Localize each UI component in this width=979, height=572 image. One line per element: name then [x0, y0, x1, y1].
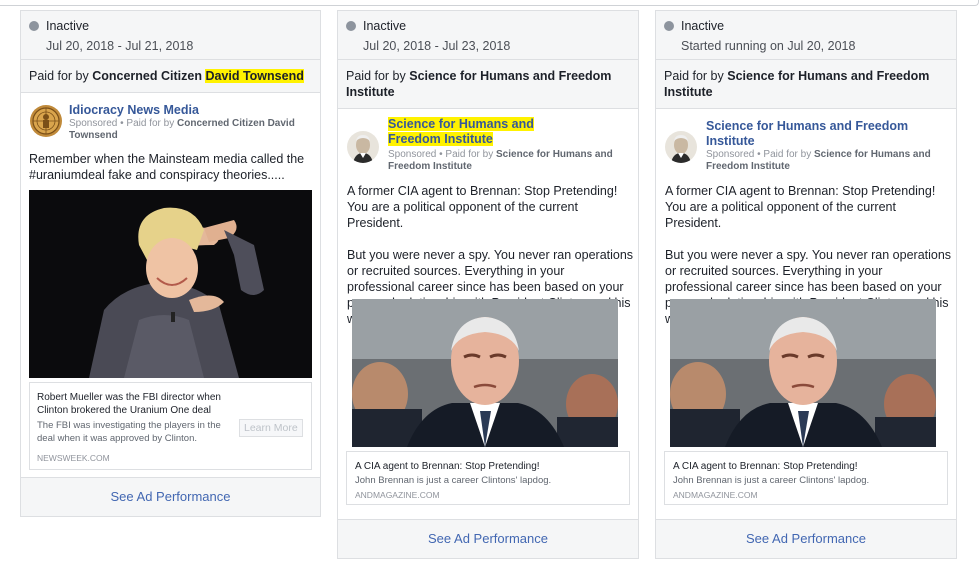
ad-card-1: Inactive Jul 20, 2018 - Jul 21, 2018 Pai…: [20, 10, 321, 517]
inactive-status-dot-icon: [664, 21, 674, 31]
link-headline[interactable]: A CIA agent to Brennan: Stop Pretending!: [673, 460, 858, 473]
page-avatar[interactable]: [665, 131, 697, 163]
page-name-link[interactable]: Idiocracy News Media: [69, 103, 199, 118]
paid-for-line: Paid for by Science for Humans and Freed…: [346, 69, 612, 99]
sponsored-line: Sponsored • Paid for by Science for Huma…: [388, 149, 613, 172]
status-block: Inactive Jul 20, 2018 - Jul 21, 2018: [29, 19, 312, 53]
link-description: John Brennan is just a career Clintons' …: [673, 475, 870, 486]
ad-preview: Science for Humans and Freedom Institute…: [338, 108, 638, 520]
run-dates: Jul 20, 2018 - Jul 21, 2018: [46, 39, 194, 53]
run-dates: Jul 20, 2018 - Jul 23, 2018: [363, 39, 511, 53]
status-label: Inactive: [681, 19, 725, 33]
page-name-link[interactable]: Science for Humans and Freedom Institute: [706, 119, 916, 149]
ad-card-3: Inactive Started running on Jul 20, 2018…: [655, 10, 957, 559]
see-ad-performance-link[interactable]: See Ad Performance: [656, 531, 956, 546]
ad-preview: Idiocracy News Media Sponsored • Paid fo…: [21, 92, 320, 478]
link-preview[interactable]: Robert Mueller was the FBI director when…: [29, 382, 312, 470]
run-dates: Started running on Jul 20, 2018: [681, 39, 856, 53]
sponsored-line: Sponsored • Paid for by Science for Huma…: [706, 149, 931, 172]
learn-more-button[interactable]: Learn More: [239, 419, 303, 437]
link-headline[interactable]: A CIA agent to Brennan: Stop Pretending!: [355, 460, 540, 473]
inactive-status-dot-icon: [346, 21, 356, 31]
link-domain: ANDMAGAZINE.COM: [355, 490, 440, 500]
ad-body-text: Remember when the Mainsteam media called…: [29, 152, 305, 182]
divider: [338, 59, 638, 60]
link-description: John Brennan is just a career Clintons' …: [355, 475, 552, 486]
ad-image[interactable]: [670, 299, 936, 447]
sponsored-line: Sponsored • Paid for by Concerned Citize…: [69, 118, 295, 141]
inactive-status-dot-icon: [29, 21, 39, 31]
link-preview[interactable]: A CIA agent to Brennan: Stop Pretending!…: [664, 451, 948, 505]
page-avatar[interactable]: [30, 105, 62, 137]
link-description: The FBI was investigating the players in…: [37, 420, 221, 444]
ad-card-2: Inactive Jul 20, 2018 - Jul 23, 2018 Pai…: [337, 10, 639, 559]
ad-preview: Science for Humans and Freedom Institute…: [656, 108, 956, 520]
highlighted-payer-name: David Townsend: [205, 69, 304, 83]
paid-for-line: Paid for by Concerned Citizen David Town…: [29, 69, 304, 83]
status-label: Inactive: [46, 19, 90, 33]
divider: [21, 59, 320, 60]
payer-name: Concerned Citizen David Townsend: [92, 69, 304, 83]
paid-for-line: Paid for by Science for Humans and Freed…: [664, 69, 930, 99]
link-domain: NEWSWEEK.COM: [37, 453, 110, 463]
link-headline[interactable]: Robert Mueller was the FBI director when…: [37, 391, 232, 417]
see-ad-performance-link[interactable]: See Ad Performance: [21, 489, 320, 504]
divider: [656, 59, 956, 60]
ad-image[interactable]: [29, 190, 312, 378]
ad-image[interactable]: [352, 299, 618, 447]
page-avatar[interactable]: [347, 131, 379, 163]
status-label: Inactive: [363, 19, 407, 33]
status-block: Inactive Jul 20, 2018 - Jul 23, 2018: [346, 19, 630, 53]
link-domain: ANDMAGAZINE.COM: [673, 490, 758, 500]
status-block: Inactive Started running on Jul 20, 2018: [664, 19, 948, 53]
link-preview[interactable]: A CIA agent to Brennan: Stop Pretending!…: [346, 451, 630, 505]
window-edge: [0, 0, 979, 6]
page-name-link[interactable]: Science for Humans and Freedom Institute: [388, 117, 588, 147]
highlighted-page-name[interactable]: Science for Humans and Freedom Institute: [388, 117, 534, 146]
see-ad-performance-link[interactable]: See Ad Performance: [338, 531, 638, 546]
